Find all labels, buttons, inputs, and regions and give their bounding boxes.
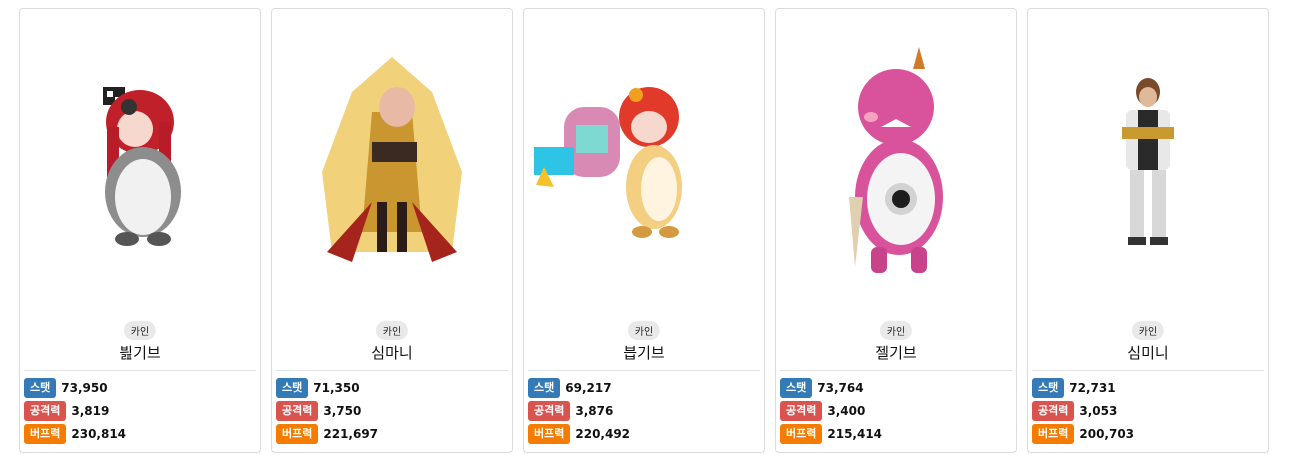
stat-label: 스탯 <box>276 377 309 398</box>
stat-list: 스탯 69,217 공격력 3,876 버프력 220,492 <box>528 377 630 446</box>
attack-value: 3,819 <box>71 403 110 418</box>
stat-value: 71,350 <box>313 380 360 395</box>
divider <box>780 370 1012 371</box>
attack-value: 3,876 <box>575 403 614 418</box>
attack-label: 공격력 <box>528 400 571 421</box>
character-card-list: 카인 븶기브 스탯 73,950 공격력 3,819 버프력 230,814 카인 심… <box>19 8 1269 453</box>
buff-label: 버프력 <box>780 423 823 444</box>
stat-list: 스탯 73,950 공격력 3,819 버프력 230,814 <box>24 377 126 446</box>
server-badge: 카인 <box>123 321 157 340</box>
character-card[interactable]: 카인 심미니 스탯 72,731 공격력 3,053 버프력 200,703 <box>1027 8 1269 453</box>
attack-value: 3,400 <box>827 403 866 418</box>
server-badge: 카인 <box>627 321 661 340</box>
stat-label: 스탯 <box>528 377 561 398</box>
buff-label: 버프력 <box>24 423 67 444</box>
attack-label: 공격력 <box>1032 400 1075 421</box>
buff-value: 215,414 <box>827 426 883 441</box>
character-name: 븝기브 <box>623 344 665 362</box>
character-sprite <box>1028 9 1268 314</box>
attack-label: 공격력 <box>276 400 319 421</box>
stat-list: 스탯 73,764 공격력 3,400 버프력 215,414 <box>780 377 882 446</box>
stat-label: 스탯 <box>780 377 813 398</box>
stat-value: 73,950 <box>61 380 108 395</box>
divider <box>528 370 760 371</box>
stat-label: 스탯 <box>24 377 57 398</box>
stat-value: 73,764 <box>817 380 864 395</box>
character-card[interactable]: 카인 븝기브 스탯 69,217 공격력 3,876 버프력 220,492 <box>523 8 765 453</box>
character-name: 심미니 <box>1127 344 1169 362</box>
stat-list: 스탯 72,731 공격력 3,053 버프력 200,703 <box>1032 377 1134 446</box>
character-name: 븶기브 <box>119 344 161 362</box>
buff-value: 221,697 <box>323 426 379 441</box>
server-badge: 카인 <box>375 321 409 340</box>
character-card[interactable]: 카인 심마니 스탯 71,350 공격력 3,750 버프력 221,697 <box>271 8 513 453</box>
stat-label: 스탯 <box>1032 377 1065 398</box>
character-name: 젤기브 <box>875 344 917 362</box>
character-sprite <box>20 9 260 314</box>
character-sprite <box>272 9 512 314</box>
buff-label: 버프력 <box>1032 423 1075 444</box>
buff-value: 220,492 <box>575 426 631 441</box>
buff-value: 200,703 <box>1079 426 1135 441</box>
character-card[interactable]: 카인 븶기브 스탯 73,950 공격력 3,819 버프력 230,814 <box>19 8 261 453</box>
character-sprite <box>524 9 764 314</box>
server-badge: 카인 <box>879 321 913 340</box>
character-sprite <box>776 9 1016 314</box>
divider <box>1032 370 1264 371</box>
divider <box>24 370 256 371</box>
attack-value: 3,053 <box>1079 403 1118 418</box>
attack-value: 3,750 <box>323 403 362 418</box>
stat-value: 72,731 <box>1069 380 1116 395</box>
buff-value: 230,814 <box>71 426 127 441</box>
server-badge: 카인 <box>1131 321 1165 340</box>
character-name: 심마니 <box>371 344 413 362</box>
stat-value: 69,217 <box>565 380 612 395</box>
attack-label: 공격력 <box>24 400 67 421</box>
buff-label: 버프력 <box>528 423 571 444</box>
attack-label: 공격력 <box>780 400 823 421</box>
stat-list: 스탯 71,350 공격력 3,750 버프력 221,697 <box>276 377 378 446</box>
divider <box>276 370 508 371</box>
buff-label: 버프력 <box>276 423 319 444</box>
character-card[interactable]: 카인 젤기브 스탯 73,764 공격력 3,400 버프력 215,414 <box>775 8 1017 453</box>
